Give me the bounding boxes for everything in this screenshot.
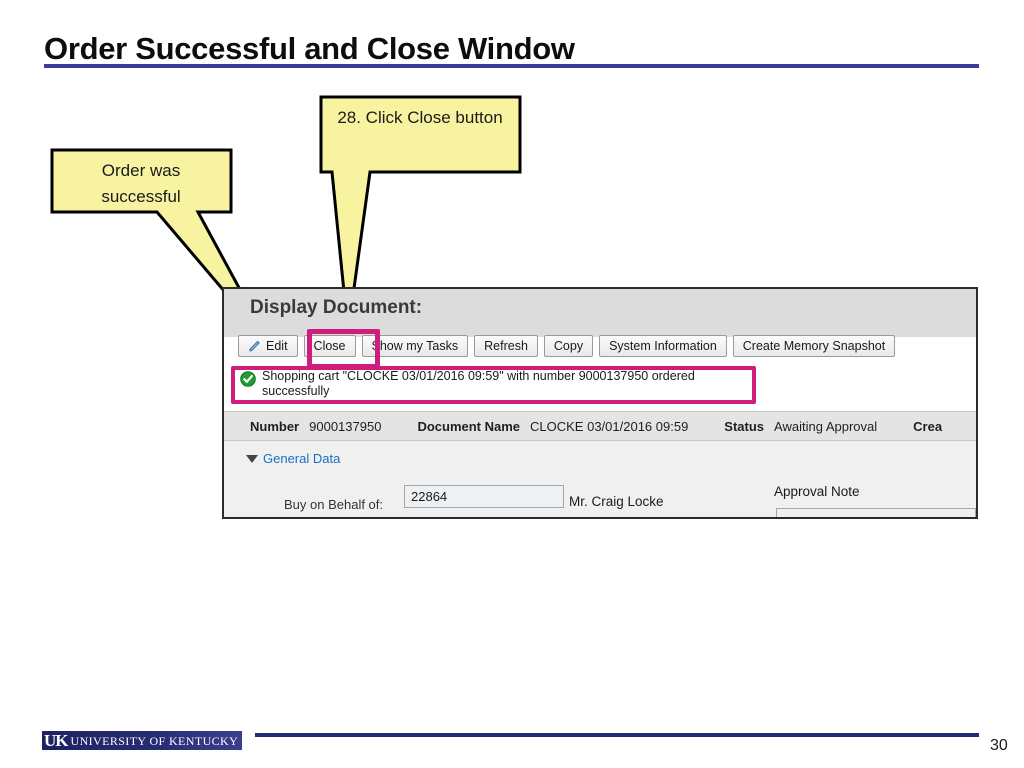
document-name-label: Document Name: [417, 418, 521, 434]
footer-divider: [255, 733, 979, 737]
copy-button[interactable]: Copy: [543, 335, 594, 357]
university-wordmark: UNIVERSITY OF KENTUCKY: [70, 733, 239, 748]
show-my-tasks-button-label: Show my Tasks: [371, 339, 459, 353]
callout-click-close-text: 28. Click Close button: [337, 108, 503, 127]
page-number: 30: [990, 737, 1008, 754]
created-label-clipped: Crea: [913, 418, 943, 434]
success-message: Shopping cart "CLOCKE 03/01/2016 09:59" …: [236, 367, 758, 401]
university-logo: UK UNIVERSITY OF KENTUCKY: [42, 731, 243, 750]
general-data-toggle[interactable]: General Data: [246, 451, 340, 466]
number-label: Number: [250, 418, 300, 434]
approval-note-input[interactable]: [776, 508, 976, 517]
document-name-value: CLOCKE 03/01/2016 09:59: [530, 418, 689, 434]
copy-button-label: Copy: [553, 339, 584, 353]
approval-note-label: Approval Note: [774, 484, 860, 499]
sap-document-heading: Display Document:: [250, 297, 423, 318]
success-check-icon: [240, 371, 256, 387]
sap-toolbar: Edit Close Show my Tasks Refresh Copy Sy…: [238, 335, 896, 357]
system-information-button-label: System Information: [609, 339, 717, 353]
close-button[interactable]: Close: [303, 335, 356, 357]
refresh-button[interactable]: Refresh: [474, 335, 538, 357]
chevron-down-icon: [246, 454, 258, 463]
buy-on-behalf-label: Buy on Behalf of:: [284, 497, 384, 512]
number-value: 9000137950: [309, 418, 382, 434]
pencil-icon: [248, 340, 262, 353]
general-data-label: General Data: [263, 451, 341, 466]
system-information-button[interactable]: System Information: [599, 335, 727, 357]
document-summary-row: Number 9000137950 Document Name CLOCKE 0…: [224, 411, 976, 441]
close-button-label: Close: [313, 339, 346, 353]
refresh-button-label: Refresh: [484, 339, 528, 353]
show-my-tasks-button[interactable]: Show my Tasks: [361, 335, 469, 357]
buy-on-behalf-name: Mr. Craig Locke: [569, 494, 664, 509]
create-memory-snapshot-button[interactable]: Create Memory Snapshot: [732, 335, 896, 357]
uk-monogram: UK: [44, 731, 68, 750]
status-value: Awaiting Approval: [774, 418, 878, 434]
success-message-text: Shopping cart "CLOCKE 03/01/2016 09:59" …: [262, 369, 695, 398]
status-label: Status: [724, 418, 765, 434]
buy-on-behalf-input[interactable]: [404, 485, 564, 508]
edit-button-label: Edit: [266, 339, 288, 353]
create-memory-snapshot-button-label: Create Memory Snapshot: [742, 339, 886, 353]
edit-button[interactable]: Edit: [238, 335, 298, 357]
sap-screenshot-panel: Display Document: Edit Close Show my Tas…: [222, 287, 978, 519]
